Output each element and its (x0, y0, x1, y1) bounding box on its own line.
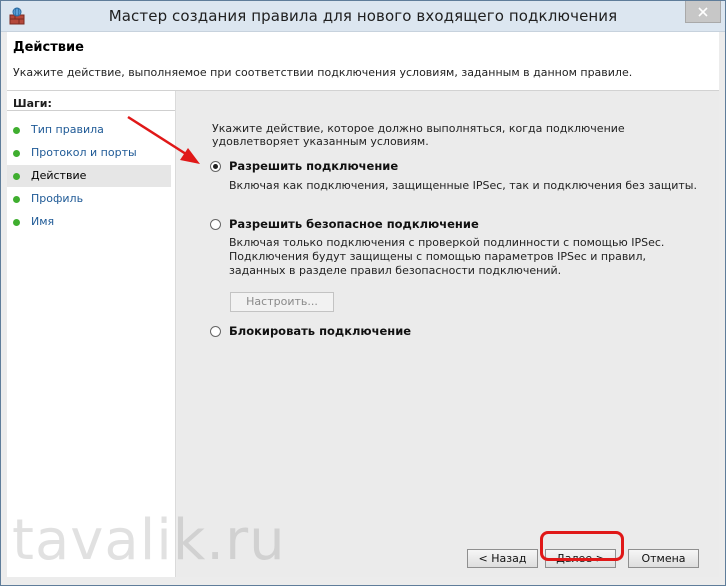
instruction-text: Укажите действие, которое должно выполня… (212, 122, 625, 148)
page-description: Укажите действие, выполняемое при соотве… (13, 66, 633, 79)
title-bar: Мастер создания правила для нового входя… (1, 1, 725, 32)
option-allow-secure-label[interactable]: Разрешить безопасное подключение (229, 217, 479, 231)
back-button[interactable]: < Назад (467, 549, 538, 568)
close-button[interactable] (685, 1, 721, 23)
step-label: Профиль (31, 192, 84, 205)
step-profile[interactable]: Профиль (7, 188, 171, 210)
window-title: Мастер создания правила для нового входя… (108, 7, 618, 25)
page-title: Действие (13, 40, 84, 55)
steps-sidebar: Шаги: Тип правила Протокол и порты Дейст… (7, 91, 176, 577)
green-dot-icon (13, 150, 20, 157)
cancel-button[interactable]: Отмена (628, 549, 699, 568)
green-dot-icon (13, 219, 20, 226)
step-label: Протокол и порты (31, 146, 137, 159)
next-highlight-ring (540, 531, 624, 561)
option-allow-secure-description: Включая только подключения с проверкой п… (229, 236, 665, 277)
step-rule-type[interactable]: Тип правила (7, 119, 171, 141)
step-protocol-ports[interactable]: Протокол и порты (7, 142, 171, 164)
green-dot-icon (13, 173, 20, 180)
step-action[interactable]: Действие (7, 165, 171, 187)
option-block-label[interactable]: Блокировать подключение (229, 324, 411, 338)
step-label: Тип правила (31, 123, 104, 136)
radio-allow[interactable] (210, 161, 221, 172)
option-allow-label[interactable]: Разрешить подключение (229, 159, 398, 173)
customize-button[interactable]: Настроить... (230, 292, 334, 312)
wizard-window: Мастер создания правила для нового входя… (0, 0, 726, 586)
radio-block[interactable] (210, 326, 221, 337)
step-label: Действие (31, 169, 87, 182)
radio-allow-secure[interactable] (210, 219, 221, 230)
option-allow-description: Включая как подключения, защищенные IPSe… (229, 179, 697, 192)
step-label: Имя (31, 215, 55, 228)
steps-heading: Шаги: (7, 97, 175, 111)
step-name[interactable]: Имя (7, 211, 171, 233)
green-dot-icon (13, 127, 20, 134)
header-panel: Действие Укажите действие, выполняемое п… (7, 32, 719, 91)
close-icon (698, 7, 708, 17)
main-panel: Укажите действие, которое должно выполня… (177, 91, 719, 577)
green-dot-icon (13, 196, 20, 203)
